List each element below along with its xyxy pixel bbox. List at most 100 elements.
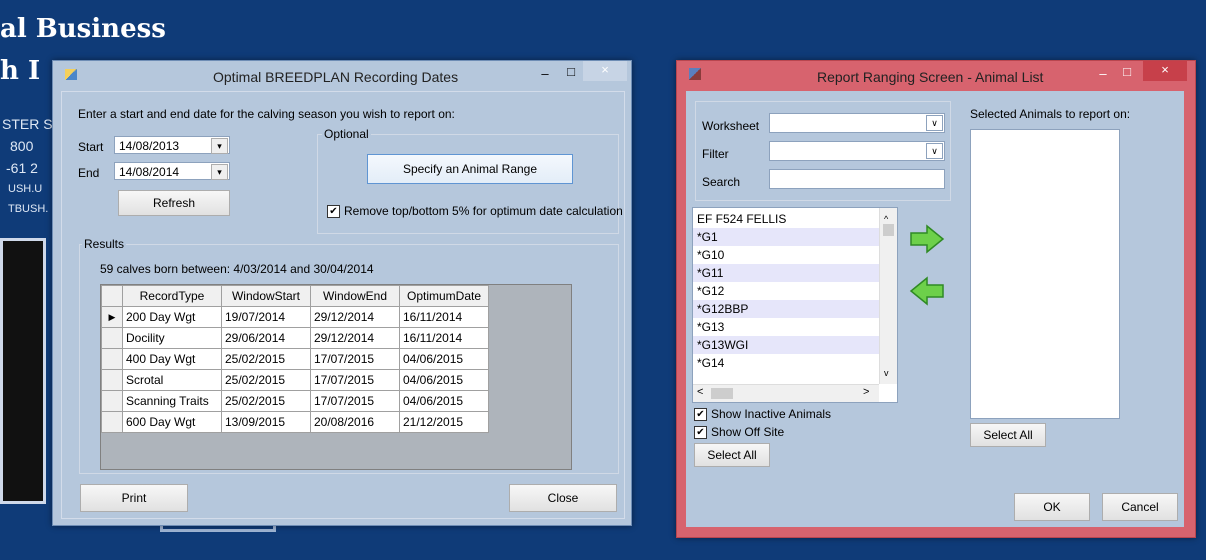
remove-arrow-button[interactable]	[907, 275, 947, 307]
table-cell[interactable]: 29/12/2014	[310, 327, 400, 349]
table-row[interactable]: Docility 29/06/2014 29/12/2014 16/11/201…	[101, 327, 489, 349]
list-item[interactable]: *G1	[693, 228, 879, 246]
scroll-thumb[interactable]	[711, 388, 733, 399]
horizontal-scrollbar[interactable]: < >	[693, 384, 879, 402]
maximize-button[interactable]: □	[561, 63, 581, 83]
minimize-button[interactable]: –	[1093, 65, 1113, 85]
table-cell[interactable]: 200 Day Wgt	[122, 306, 222, 328]
results-label: Results	[82, 237, 127, 251]
list-item[interactable]: *G12	[697, 282, 724, 300]
scroll-right-icon[interactable]: >	[863, 386, 869, 398]
table-cell[interactable]: 04/06/2015	[399, 390, 489, 412]
scroll-down-icon[interactable]: v	[884, 368, 889, 378]
worksheet-dropdown[interactable]: ∨	[769, 113, 945, 133]
close-button[interactable]: ×	[583, 61, 627, 81]
table-row[interactable]: 400 Day Wgt 25/02/2015 17/07/2015 04/06/…	[101, 348, 489, 370]
animal-listbox[interactable]: EF F524 FELLIS *G1 *G10 *G11 *G12 *G12BB…	[692, 207, 898, 403]
vertical-scrollbar[interactable]: ^ v	[879, 208, 897, 384]
close-dialog-button[interactable]: Close	[509, 484, 617, 512]
table-cell[interactable]: 17/07/2015	[310, 348, 400, 370]
date-prompt: Enter a start and end date for the calvi…	[78, 107, 455, 121]
add-arrow-button[interactable]	[907, 223, 947, 255]
filter-dropdown[interactable]: ∨	[769, 141, 945, 161]
breedplan-titlebar[interactable]: Optimal BREEDPLAN Recording Dates – □ ×	[53, 61, 631, 91]
table-row[interactable]: 600 Day Wgt 13/09/2015 20/08/2016 21/12/…	[101, 411, 489, 433]
maximize-button[interactable]: □	[1117, 63, 1137, 83]
table-cell[interactable]: 25/02/2015	[221, 348, 311, 370]
table-cell[interactable]: 19/07/2014	[221, 306, 311, 328]
table-cell[interactable]: 29/12/2014	[310, 306, 400, 328]
close-button[interactable]: ×	[1143, 61, 1187, 81]
select-all-left-button[interactable]: Select All	[694, 443, 770, 467]
refresh-button[interactable]: Refresh	[118, 190, 230, 216]
column-header[interactable]: OptimumDate	[399, 285, 489, 307]
chevron-down-icon[interactable]: ∨	[926, 115, 943, 131]
print-button[interactable]: Print	[80, 484, 188, 512]
end-date-picker[interactable]: 14/08/2014 ▾	[114, 162, 230, 180]
app-icon	[65, 69, 77, 80]
minimize-button[interactable]: –	[535, 65, 555, 85]
table-cell[interactable]: 04/06/2015	[399, 369, 489, 391]
column-header[interactable]: RecordType	[122, 285, 222, 307]
row-selector[interactable]	[101, 390, 123, 412]
chevron-down-icon[interactable]: ∨	[926, 143, 943, 159]
table-row[interactable]: ▶ 200 Day Wgt 19/07/2014 29/12/2014 16/1…	[101, 306, 489, 328]
table-cell[interactable]: 16/11/2014	[399, 327, 489, 349]
table-row[interactable]: Scanning Traits 25/02/2015 17/07/2015 04…	[101, 390, 489, 412]
list-item[interactable]: *G14	[697, 354, 724, 372]
bg-title-line2: h I	[0, 56, 41, 86]
table-cell[interactable]: Scanning Traits	[122, 390, 222, 412]
table-cell[interactable]: 25/02/2015	[221, 369, 311, 391]
table-cell[interactable]: 600 Day Wgt	[122, 411, 222, 433]
list-item[interactable]: *G12BBP	[693, 300, 879, 318]
list-item[interactable]: *G13WGI	[693, 336, 879, 354]
table-cell[interactable]: 16/11/2014	[399, 306, 489, 328]
table-cell[interactable]: Docility	[122, 327, 222, 349]
table-cell[interactable]: 400 Day Wgt	[122, 348, 222, 370]
scroll-thumb[interactable]	[883, 224, 894, 236]
start-date-picker[interactable]: 14/08/2013 ▾	[114, 136, 230, 154]
row-selector[interactable]	[101, 369, 123, 391]
list-item[interactable]: *G10	[697, 246, 724, 264]
remove-outliers-checkbox[interactable]: ✔ Remove top/bottom 5% for optimum date c…	[327, 204, 623, 219]
list-item[interactable]: *G13	[697, 318, 724, 336]
show-offsite-checkbox[interactable]: ✔ Show Off Site	[694, 425, 784, 440]
select-all-right-button[interactable]: Select All	[970, 423, 1046, 447]
bg-line: 800	[10, 138, 34, 154]
cancel-button[interactable]: Cancel	[1102, 493, 1178, 521]
table-cell[interactable]: 21/12/2015	[399, 411, 489, 433]
column-header[interactable]: WindowStart	[221, 285, 311, 307]
ranging-titlebar[interactable]: Report Ranging Screen - Animal List – □ …	[677, 61, 1195, 91]
column-header[interactable]: WindowEnd	[310, 285, 400, 307]
selected-animals-label: Selected Animals to report on:	[970, 107, 1131, 121]
table-row[interactable]: Scrotal 25/02/2015 17/07/2015 04/06/2015	[101, 369, 489, 391]
table-cell[interactable]: 17/07/2015	[310, 390, 400, 412]
table-cell[interactable]: 25/02/2015	[221, 390, 311, 412]
list-item[interactable]: *G11	[693, 264, 879, 282]
table-cell[interactable]: 29/06/2014	[221, 327, 311, 349]
table-cell[interactable]: 13/09/2015	[221, 411, 311, 433]
table-cell[interactable]: 17/07/2015	[310, 369, 400, 391]
table-cell[interactable]: 20/08/2016	[310, 411, 400, 433]
specify-range-button[interactable]: Specify an Animal Range	[367, 154, 573, 184]
calendar-dropdown-icon[interactable]: ▾	[211, 138, 228, 154]
calendar-dropdown-icon[interactable]: ▾	[211, 164, 228, 180]
scroll-left-icon[interactable]: <	[697, 386, 703, 398]
row-selector-icon[interactable]: ▶	[101, 306, 123, 328]
ok-button[interactable]: OK	[1014, 493, 1090, 521]
row-selector[interactable]	[101, 348, 123, 370]
selected-animals-listbox[interactable]	[970, 129, 1120, 419]
scroll-up-icon[interactable]: ^	[884, 214, 888, 224]
start-date-value: 14/08/2013	[119, 139, 180, 153]
bg-line: TBUSH.	[8, 203, 49, 215]
table-header-row: RecordType WindowStart WindowEnd Optimum…	[101, 285, 489, 307]
right-arrow-icon	[910, 224, 945, 254]
list-item[interactable]: EF F524 FELLIS	[697, 210, 786, 228]
row-selector[interactable]	[101, 327, 123, 349]
row-selector[interactable]	[101, 411, 123, 433]
show-inactive-checkbox[interactable]: ✔ Show Inactive Animals	[694, 407, 831, 422]
search-input[interactable]	[769, 169, 945, 189]
table-cell[interactable]: Scrotal	[122, 369, 222, 391]
search-label: Search	[702, 175, 741, 189]
table-cell[interactable]: 04/06/2015	[399, 348, 489, 370]
